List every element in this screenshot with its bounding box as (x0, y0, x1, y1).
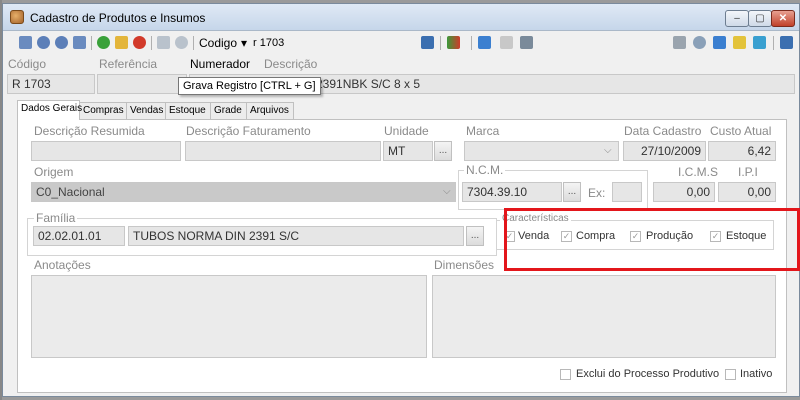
inativo-checkbox[interactable] (725, 369, 736, 380)
minimize-icon: – (734, 13, 740, 24)
title-bar: Cadastro de Produtos e Insumos – ▢ ✕ (3, 4, 799, 31)
search-icon[interactable] (693, 36, 706, 49)
descricao-faturamento-label: Descrição Faturamento (186, 124, 311, 138)
menu-icon[interactable] (780, 36, 793, 49)
dimensoes-label: Dimensões (434, 258, 495, 272)
tab-vendas[interactable]: Vendas (126, 102, 166, 119)
save-icon[interactable] (157, 36, 170, 49)
product-registration-window: Cadastro de Produtos e Insumos – ▢ ✕ Cod… (2, 3, 800, 397)
tab-estoque[interactable]: Estoque (165, 102, 211, 119)
marca-select[interactable] (464, 141, 619, 161)
window-title: Cadastro de Produtos e Insumos (30, 11, 206, 25)
anotacoes-textarea[interactable] (31, 275, 427, 358)
save-tooltip: Grava Registro [CTRL + G] (178, 77, 321, 95)
unidade-label: Unidade (384, 124, 429, 138)
codigo-search-value[interactable]: r 1703 (253, 37, 284, 49)
ex-field[interactable] (612, 182, 642, 202)
ncm-lookup-button[interactable]: ... (563, 182, 581, 202)
ipi-field[interactable]: 0,00 (718, 182, 776, 202)
list-icon[interactable] (478, 36, 491, 49)
dimensoes-textarea[interactable] (432, 275, 776, 358)
numerador-label: Numerador (190, 57, 251, 71)
unidade-lookup-button[interactable]: ... (434, 141, 452, 161)
tab-compras[interactable]: Compras (79, 102, 127, 119)
last-record-icon[interactable] (73, 36, 86, 49)
maximize-button[interactable]: ▢ (748, 10, 772, 27)
toolbar-separator (193, 36, 194, 50)
user-icon[interactable] (753, 36, 766, 49)
ncm-label: N.C.M. (464, 163, 506, 177)
descricao-resumida-label: Descrição Resumida (34, 124, 145, 138)
ipi-label: I.P.I (738, 165, 758, 179)
ex-label: Ex: (588, 186, 606, 200)
familia-lookup-button[interactable]: ... (466, 226, 484, 246)
print-icon[interactable] (673, 36, 686, 49)
chart-icon[interactable] (447, 36, 460, 49)
toolbar-separator (151, 36, 152, 50)
familia-description-field[interactable]: TUBOS NORMA DIN 2391 S/C (128, 226, 464, 246)
origem-label: Origem (34, 165, 74, 179)
toolbar-separator (471, 36, 472, 50)
referencia-label: Referência (99, 57, 158, 71)
maximize-icon: ▢ (755, 13, 765, 24)
anotacoes-label: Anotações (34, 258, 91, 272)
exclui-processo-checkbox[interactable] (560, 369, 571, 380)
first-record-icon[interactable] (19, 36, 32, 49)
codigo-dropdown-arrow[interactable]: ▾ (241, 36, 247, 50)
app-icon (10, 10, 24, 24)
toolbar-separator (440, 36, 441, 50)
custo-atual-field[interactable]: 6,42 (708, 141, 776, 161)
delete-record-icon[interactable] (133, 36, 146, 49)
familia-label: Família (34, 211, 78, 225)
tab-arquivos[interactable]: Arquivos (246, 102, 294, 119)
data-cadastro-field[interactable]: 27/10/2009 (623, 141, 706, 161)
ncm-field[interactable]: 7304.39.10 (462, 182, 562, 202)
document-icon[interactable] (500, 36, 513, 49)
descricao-faturamento-field[interactable] (185, 141, 381, 161)
unidade-field[interactable]: MT (383, 141, 433, 161)
descricao-resumida-field[interactable] (31, 141, 181, 161)
toolbar: Codigo ▾ r 1703 (3, 32, 799, 54)
next-record-icon[interactable] (55, 36, 68, 49)
undo-icon[interactable] (175, 36, 188, 49)
close-icon: ✕ (778, 13, 788, 24)
tools-icon[interactable] (520, 36, 533, 49)
edit-record-icon[interactable] (115, 36, 128, 49)
data-cadastro-label: Data Cadastro (624, 124, 702, 138)
marca-label: Marca (466, 124, 500, 138)
origem-chevron-icon[interactable]: ⌵ (443, 186, 451, 197)
descricao-label: Descrição (264, 57, 318, 71)
codigo-field[interactable]: R 1703 (7, 74, 95, 94)
custo-atual-label: Custo Atual (710, 124, 772, 138)
inativo-label: Inativo (740, 368, 773, 380)
toolbar-separator (91, 36, 92, 50)
filter-icon[interactable] (733, 36, 746, 49)
add-record-icon[interactable] (97, 36, 110, 49)
codigo-dropdown-label[interactable]: Codigo (199, 36, 237, 50)
referencia-field[interactable] (97, 74, 187, 94)
tab-grade[interactable]: Grade (210, 102, 247, 119)
exclui-processo-label: Exclui do Processo Produtivo (576, 368, 720, 380)
refresh-icon[interactable] (713, 36, 726, 49)
codigo-label: Código (8, 57, 47, 71)
close-button[interactable]: ✕ (771, 10, 795, 27)
familia-code-field[interactable]: 02.02.01.01 (33, 226, 125, 246)
previous-record-icon[interactable] (37, 36, 50, 49)
caracteristicas-highlight-box (504, 208, 800, 271)
icms-field[interactable]: 0,00 (653, 182, 715, 202)
tab-dados-gerais[interactable]: Dados Gerais (17, 100, 82, 120)
icms-label: I.C.M.S (678, 165, 719, 179)
toolbar-separator (773, 36, 774, 50)
marca-chevron-icon[interactable]: ⌵ (604, 145, 612, 156)
origem-select[interactable]: C0_Nacional (31, 182, 456, 202)
grid-view-icon[interactable] (421, 36, 434, 49)
minimize-button[interactable]: – (725, 10, 749, 27)
